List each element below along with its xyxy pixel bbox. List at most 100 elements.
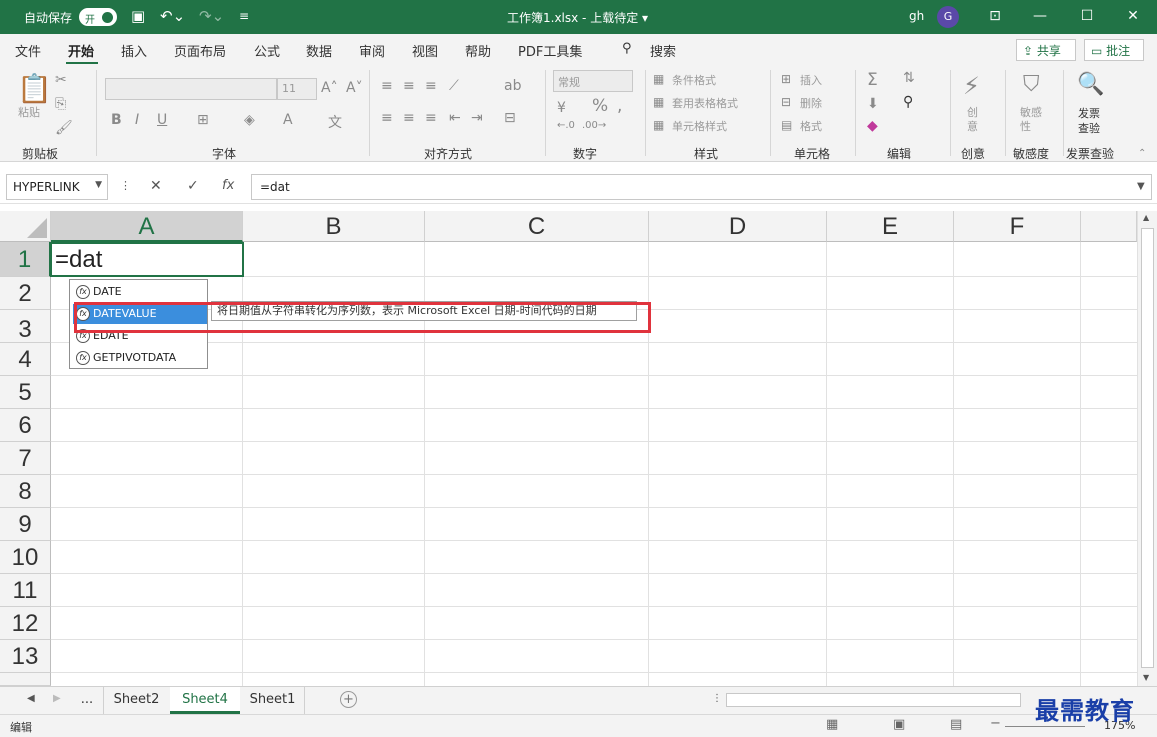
column-header-b[interactable]: B [243, 211, 425, 242]
cell-style-icon[interactable]: ▦ [653, 118, 664, 132]
creative-button-label[interactable]: 创意 [967, 106, 981, 134]
invoice-icon[interactable]: 🔍 [1077, 72, 1104, 97]
creative-icon[interactable]: ⚡ [963, 72, 980, 100]
share-button[interactable]: ⇪ 共享 [1016, 39, 1076, 61]
close-icon[interactable]: ✕ [1121, 4, 1145, 28]
minimize-icon[interactable]: — [1028, 4, 1052, 28]
autosave-toggle[interactable]: 开 [79, 8, 117, 26]
row-header-9[interactable]: 9 [0, 508, 51, 541]
sensitivity-button-label[interactable]: 敏感性 [1020, 106, 1050, 134]
row-header-11[interactable]: 11 [0, 574, 51, 607]
search-label[interactable]: 搜索 [650, 41, 676, 60]
phonetic-icon[interactable]: 文 [328, 112, 342, 132]
paste-label[interactable]: 粘贴 [18, 104, 40, 120]
autocomplete-item-date[interactable]: fx DATE [73, 282, 207, 302]
row-header-3[interactable]: 3 [0, 310, 51, 343]
cell-style-label[interactable]: 单元格样式 [672, 118, 727, 134]
page-layout-view-icon[interactable]: ▣ [893, 717, 905, 732]
column-header-c[interactable]: C [425, 211, 649, 242]
add-sheet-icon[interactable]: + [340, 691, 357, 708]
row-header-7[interactable]: 7 [0, 442, 51, 475]
avatar[interactable]: G [937, 6, 959, 28]
expand-formula-icon[interactable]: ▼ [1137, 181, 1145, 192]
tab-formulas[interactable]: 公式 [254, 41, 280, 60]
increase-font-icon[interactable]: A˄ [321, 80, 338, 96]
tab-home[interactable]: 开始 [68, 41, 94, 60]
row-header-10[interactable]: 10 [0, 541, 51, 574]
align-top-icon[interactable]: ≡ [381, 78, 393, 94]
vertical-scroll-thumb[interactable] [1141, 228, 1154, 668]
font-name-select[interactable] [105, 78, 277, 100]
page-break-view-icon[interactable]: ▤ [950, 717, 962, 732]
table-format-icon[interactable]: ▦ [653, 95, 664, 109]
save-icon[interactable]: ▣ [131, 7, 145, 25]
sheet-tab-sheet1[interactable]: Sheet1 [241, 687, 305, 714]
tab-splitter-icon[interactable]: ⋮ [712, 693, 722, 704]
active-cell-a1[interactable]: =dat [50, 242, 244, 277]
copy-icon[interactable]: ⎘ [55, 96, 66, 112]
tab-page-layout[interactable]: 页面布局 [174, 41, 226, 60]
tab-help[interactable]: 帮助 [465, 41, 491, 60]
ribbon-display-icon[interactable]: ⊡ [983, 4, 1007, 28]
fill-color-icon[interactable]: ◈ [244, 112, 255, 128]
enter-icon[interactable]: ✓ [187, 178, 199, 194]
tab-data[interactable]: 数据 [306, 41, 332, 60]
row-header-4[interactable]: 4 [0, 343, 51, 376]
currency-icon[interactable]: ¥ [557, 100, 566, 116]
format-painter-icon[interactable]: 🖌 [55, 120, 73, 136]
increase-decimal-icon[interactable]: ←.0 [557, 120, 575, 131]
column-header-g[interactable] [1081, 211, 1137, 242]
scroll-tabs-right-icon[interactable]: ▶ [53, 693, 61, 704]
autosum-icon[interactable]: Σ [867, 70, 878, 90]
row-header-13[interactable]: 13 [0, 640, 51, 673]
find-select-icon[interactable]: ⚲ [903, 94, 913, 110]
font-size-select[interactable]: 11 [277, 78, 317, 100]
tab-pdf-tools[interactable]: PDF工具集 [518, 41, 582, 60]
align-middle-icon[interactable]: ≡ [403, 78, 415, 94]
bold-icon[interactable]: B [111, 112, 122, 128]
formula-input[interactable]: =dat [251, 174, 1152, 200]
row-header-12[interactable]: 12 [0, 607, 51, 640]
tab-file[interactable]: 文件 [15, 41, 41, 60]
align-bottom-icon[interactable]: ≡ [425, 78, 437, 94]
percent-icon[interactable]: % [592, 96, 608, 116]
conditional-format-icon[interactable]: ▦ [653, 72, 664, 86]
border-icon[interactable]: ⊞ [197, 112, 209, 128]
normal-view-icon[interactable]: ▦ [826, 717, 838, 732]
column-header-e[interactable]: E [827, 211, 954, 242]
cut-icon[interactable]: ✂ [55, 72, 67, 88]
zoom-slider[interactable] [1005, 726, 1085, 727]
row-header-6[interactable]: 6 [0, 409, 51, 442]
redo-icon[interactable]: ↷⌄ [199, 7, 224, 25]
tab-view[interactable]: 视图 [412, 41, 438, 60]
search-icon[interactable]: ⚲ [622, 41, 632, 56]
clear-icon[interactable]: ◆ [867, 118, 878, 134]
maximize-icon[interactable]: ☐ [1075, 4, 1099, 28]
row-header-14[interactable] [0, 673, 51, 686]
scroll-down-icon[interactable]: ▼ [1143, 673, 1149, 682]
cancel-icon[interactable]: ✕ [150, 178, 162, 194]
format-cells-icon[interactable]: ▤ [781, 118, 792, 132]
collapse-ribbon-icon[interactable]: ⌃ [1138, 148, 1146, 159]
row-header-5[interactable]: 5 [0, 376, 51, 409]
decrease-indent-icon[interactable]: ⇤ [449, 110, 461, 126]
zoom-out-icon[interactable]: − [990, 716, 1001, 731]
row-header-8[interactable]: 8 [0, 475, 51, 508]
select-all-corner[interactable] [0, 211, 51, 242]
sheet-tab-more[interactable]: ... [72, 687, 102, 714]
conditional-format-label[interactable]: 条件格式 [672, 72, 716, 88]
window-title[interactable]: 工作簿1.xlsx - 上载待定 ▾ [507, 9, 648, 26]
sort-filter-icon[interactable]: ⇅ [903, 70, 915, 86]
tab-review[interactable]: 审阅 [359, 41, 385, 60]
column-header-d[interactable]: D [649, 211, 827, 242]
insert-function-icon[interactable]: fx [222, 178, 234, 193]
comma-icon[interactable]: , [617, 96, 622, 116]
table-format-label[interactable]: 套用表格格式 [672, 95, 738, 111]
sheet-tab-sheet2[interactable]: Sheet2 [103, 687, 169, 714]
align-right-icon[interactable]: ≡ [425, 110, 437, 126]
sheet-tab-sheet4[interactable]: Sheet4 [170, 687, 240, 714]
row-header-1[interactable]: 1 [0, 242, 51, 277]
horizontal-scrollbar[interactable] [726, 693, 1021, 707]
merge-center-icon[interactable]: ⊟ [504, 110, 516, 126]
vertical-scrollbar[interactable]: ▲ ▼ [1137, 211, 1157, 686]
